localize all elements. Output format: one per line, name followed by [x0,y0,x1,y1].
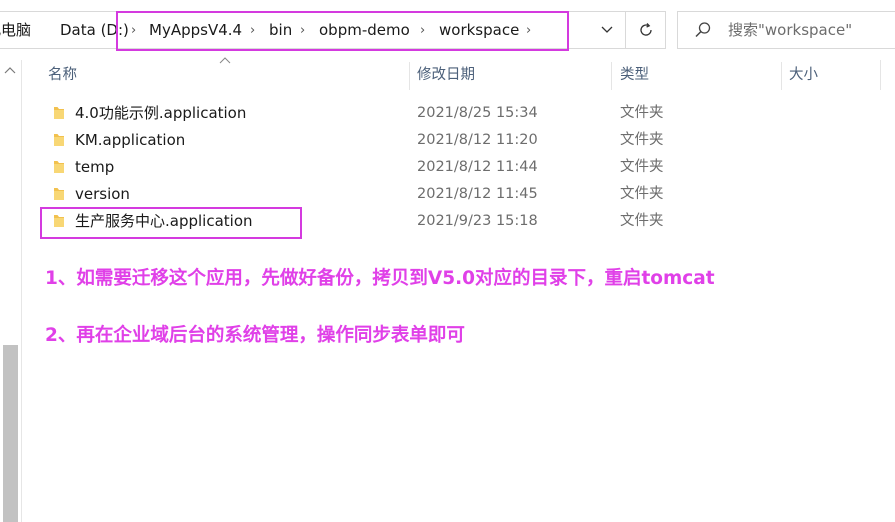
column-header-filler [880,60,895,90]
file-type: 文件夹 [620,213,664,229]
file-row[interactable]: temp 2021/8/12 11:44 文件夹 [44,154,895,181]
address-history-dropdown[interactable] [588,12,625,48]
file-row[interactable]: KM.application 2021/8/12 11:20 文件夹 [44,127,895,154]
file-date: 2021/9/23 15:18 [417,213,538,229]
search-placeholder: 搜索"workspace" [728,21,853,39]
column-divider[interactable] [781,62,782,90]
file-name: KM.application [75,131,186,149]
nav-scrollbar-thumb[interactable] [3,345,18,522]
annotation-note-1: 1、如需要迁移这个应用，先做好备份，拷贝到V5.0对应的目录下，重启tomcat [45,268,715,289]
file-type: 文件夹 [620,159,664,175]
column-header-type[interactable]: 类型 [620,60,649,90]
annotation-note-2: 2、再在企业域后台的系统管理，操作同步表单即可 [45,325,465,346]
file-type: 文件夹 [620,105,664,121]
search-icon [695,22,711,38]
file-date: 2021/8/12 11:20 [417,132,538,148]
breadcrumb-highlight-box [116,11,569,51]
column-header-date[interactable]: 修改日期 [417,60,475,90]
search-input[interactable]: 搜索"workspace" [677,11,895,49]
folder-icon [54,107,64,119]
column-header-size[interactable]: 大小 [789,60,818,90]
file-row[interactable]: 4.0功能示例.application 2021/8/25 15:34 文件夹 [44,100,895,127]
file-highlight-box [40,207,302,239]
file-type: 文件夹 [620,186,664,202]
file-row[interactable]: version 2021/8/12 11:45 文件夹 [44,181,895,208]
scroll-up-arrow-icon[interactable] [2,64,18,78]
file-name: temp [75,158,115,176]
file-name: 4.0功能示例.application [75,104,247,122]
file-date: 2021/8/12 11:44 [417,159,538,175]
folder-icon [54,188,64,200]
folder-icon [54,134,64,146]
file-date: 2021/8/25 15:34 [417,105,538,121]
file-name: version [75,185,130,203]
file-date: 2021/8/12 11:45 [417,186,538,202]
file-type: 文件夹 [620,132,664,148]
folder-icon [54,161,64,173]
column-divider[interactable] [409,62,410,90]
refresh-icon [639,23,652,36]
column-divider[interactable] [611,62,612,90]
sort-ascending-icon [219,57,231,64]
chevron-down-icon [601,26,612,33]
refresh-button[interactable] [626,11,666,49]
column-header-name[interactable]: 名称 [48,60,77,90]
breadcrumb-this-pc[interactable]: 此电脑 [0,12,31,50]
